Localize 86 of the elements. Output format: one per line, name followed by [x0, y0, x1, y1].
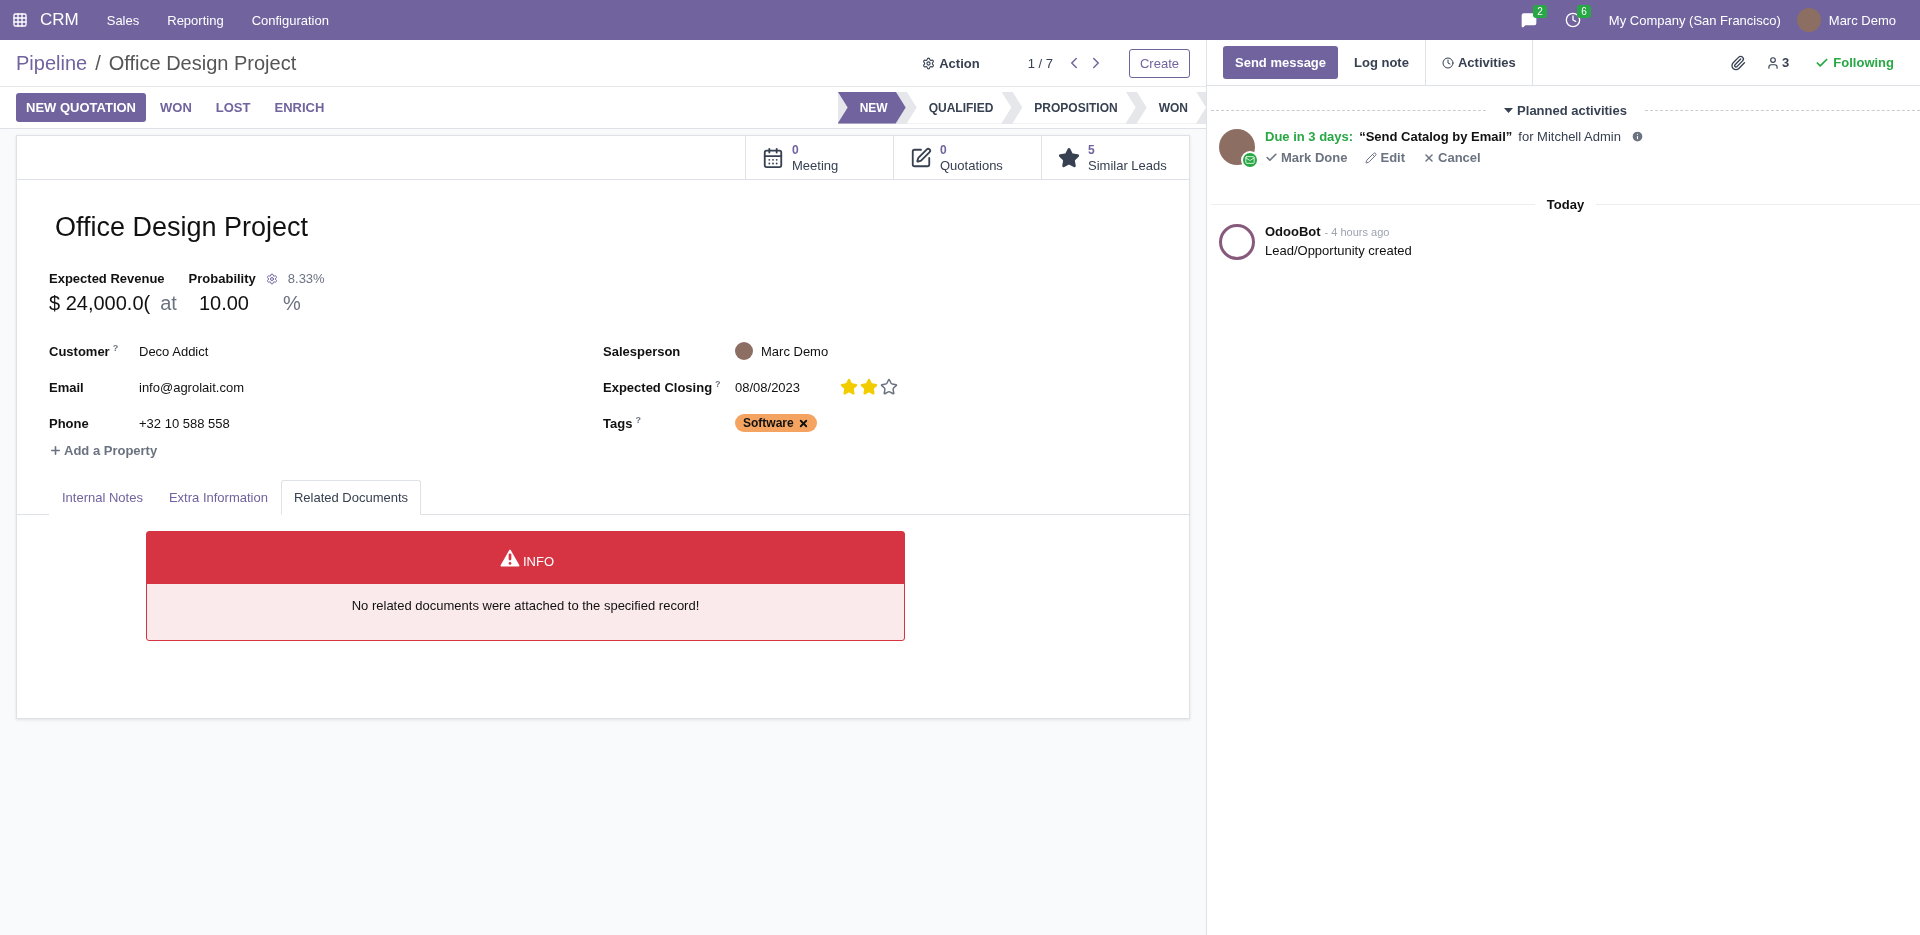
alert-message: No related documents were attached to the specified record!: [350, 597, 701, 615]
field-value[interactable]: 08/08/2023: [735, 379, 801, 395]
at-label: at: [160, 292, 177, 315]
automated-probability: 8.33%: [287, 271, 325, 286]
company-name[interactable]: My Company (San Francisco): [1596, 12, 1793, 28]
planned-activities-toggle[interactable]: Planned activities: [1498, 102, 1633, 119]
activity-count-badge: 6: [1577, 5, 1591, 18]
field-value[interactable]: info@agrolait.com: [139, 379, 603, 395]
info-icon[interactable]: [1630, 130, 1644, 143]
gear-icon[interactable]: [265, 272, 278, 285]
message-time: - 4 hours ago: [1324, 226, 1390, 238]
smart-button[interactable]: 5 Similar Leads: [1041, 136, 1189, 179]
date-separator: Today: [1546, 197, 1585, 212]
activity-clock-icon[interactable]: [1564, 12, 1581, 28]
activity-assignee: for Mitchell Admin: [1518, 129, 1621, 144]
user-name[interactable]: Marc Demo: [1824, 12, 1908, 28]
revenue-value[interactable]: $ 24,000.0(: [49, 292, 151, 315]
create-button[interactable]: Create: [1128, 48, 1190, 78]
cancel-button[interactable]: Cancel: [1423, 150, 1481, 165]
salesperson-avatar: [735, 342, 753, 360]
tag[interactable]: Software: [735, 414, 817, 432]
status-button[interactable]: ENRICH: [264, 93, 335, 122]
smart-button[interactable]: 0 Quotations: [893, 136, 1041, 179]
followers-button[interactable]: 3: [1760, 54, 1796, 71]
pencil-icon: [1365, 151, 1378, 164]
edit-button[interactable]: Edit: [1365, 150, 1406, 165]
action-menu-button[interactable]: Action: [914, 51, 988, 75]
gear-icon: [922, 56, 936, 70]
field-label: Customer $^{?}$: [49, 342, 120, 360]
caret-icon: [1504, 108, 1514, 113]
plus-icon: [49, 444, 62, 457]
clock-icon: [1441, 56, 1454, 69]
field-label: Phone: [49, 415, 90, 431]
paperclip-icon[interactable]: [1730, 54, 1747, 71]
mark-done-button[interactable]: Mark Done: [1265, 150, 1348, 165]
field-label: Expected Closing $^{?}$: [603, 378, 722, 396]
field-value[interactable]: +32 10 588 558: [139, 415, 603, 431]
stage-step[interactable]: WON: [1136, 91, 1206, 124]
assignee-avatar: [1219, 129, 1255, 165]
field-label: Tags $^{?}$: [603, 414, 642, 432]
star-icon: [1058, 146, 1080, 169]
field-label: Probability: [188, 271, 256, 286]
alert-title: INFO: [522, 553, 555, 569]
new-quotation-button[interactable]: NEW QUOTATION: [16, 93, 146, 122]
breadcrumb-separator: /: [95, 51, 101, 75]
remove-tag-icon[interactable]: [797, 417, 809, 429]
check-icon: [1265, 151, 1278, 164]
percent-sign: %: [282, 292, 301, 315]
following-button[interactable]: Following: [1809, 54, 1900, 71]
star-icon[interactable]: [880, 378, 899, 396]
stage-step[interactable]: PROPOSITION: [1012, 91, 1136, 124]
app-name[interactable]: CRM: [32, 10, 91, 30]
record-title: Office Design Project: [55, 212, 310, 243]
due-label: Due in 3 days:: [1265, 129, 1354, 144]
message-body: Lead/Opportunity created: [1265, 243, 1412, 258]
pager-value: 1 / 7: [1027, 55, 1053, 71]
email-activity-icon: [1241, 151, 1259, 169]
cross-icon: [1423, 151, 1436, 164]
field-value[interactable]: Deco Addict: [139, 343, 603, 359]
notebook-tab[interactable]: Related Documents: [280, 480, 422, 515]
status-button[interactable]: LOST: [205, 93, 261, 122]
smart-button[interactable]: 0 Meeting: [745, 136, 893, 179]
bot-avatar: [1219, 224, 1255, 260]
activity-summary: “Send Catalog by Email”: [1359, 129, 1513, 144]
breadcrumb-link[interactable]: Pipeline: [16, 51, 88, 75]
menu-item[interactable]: Configuration: [239, 12, 341, 28]
menu-item[interactable]: Reporting: [155, 12, 236, 28]
calendar-icon: [762, 146, 784, 169]
message-count-badge: 2: [1533, 5, 1547, 18]
person-icon: [1766, 55, 1781, 70]
edit-icon: [910, 146, 932, 169]
field-label: Expected Revenue: [49, 271, 165, 286]
field-value[interactable]: Marc Demo: [761, 343, 829, 359]
menu-item[interactable]: Sales: [94, 12, 152, 28]
breadcrumb-current: Office Design Project: [108, 51, 297, 75]
messages-icon[interactable]: [1520, 12, 1537, 28]
probability-value[interactable]: 10.00: [198, 292, 249, 315]
add-property-button[interactable]: Add a Property: [49, 443, 158, 458]
send-message-button[interactable]: Send message: [1223, 46, 1339, 79]
apps-menu-icon[interactable]: [12, 12, 28, 28]
field-label: Email: [49, 379, 85, 395]
stage-step[interactable]: QUALIFIED: [906, 91, 1012, 124]
status-button[interactable]: WON: [150, 93, 202, 122]
message-author: OdooBot: [1265, 224, 1321, 239]
field-label: Salesperson: [603, 343, 682, 359]
stage-step[interactable]: NEW: [837, 91, 906, 124]
